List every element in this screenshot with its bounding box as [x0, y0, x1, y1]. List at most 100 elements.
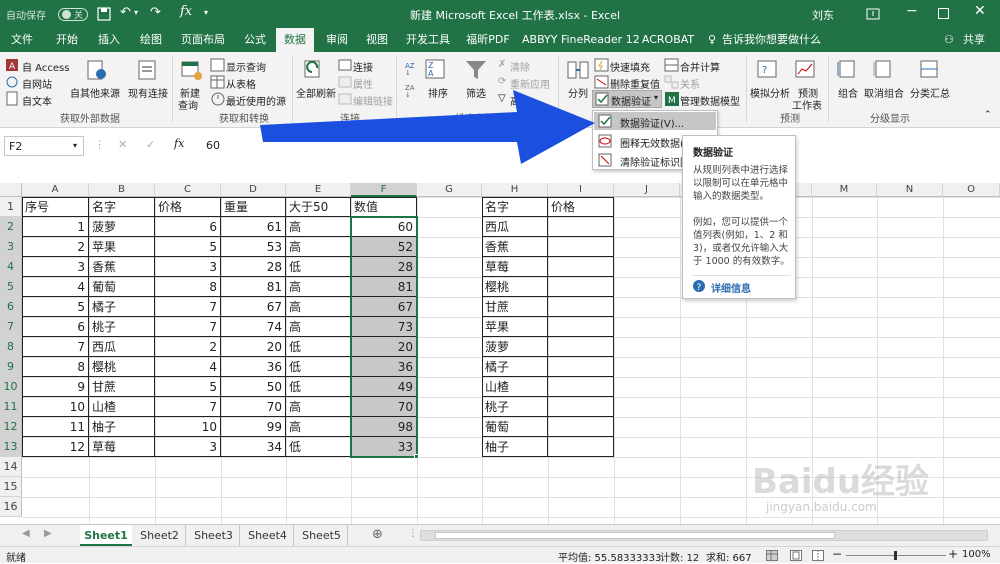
cell[interactable] [548, 377, 614, 397]
cell[interactable]: 桃子 [89, 317, 155, 337]
cell[interactable] [548, 417, 614, 437]
cell[interactable]: 28 [351, 257, 417, 277]
row-header[interactable]: 14 [0, 457, 22, 477]
autosave-toggle[interactable]: 关 [58, 8, 88, 21]
flash-fill-button[interactable]: 快速填充 [610, 59, 650, 74]
cell[interactable]: 高 [286, 297, 351, 317]
zoom-level[interactable]: 100% [962, 549, 991, 560]
cell[interactable]: 橘子 [482, 357, 548, 377]
undo-icon[interactable]: ↶ [120, 5, 131, 20]
row-header[interactable]: 3 [0, 237, 22, 257]
row-header[interactable]: 6 [0, 297, 22, 317]
cell[interactable]: 山楂 [89, 397, 155, 417]
from-web-button[interactable]: 自网站 [22, 76, 52, 91]
tab-insert[interactable]: 插入 [90, 28, 128, 52]
cell[interactable]: 10 [22, 397, 89, 417]
cell[interactable]: 低 [286, 437, 351, 457]
cell[interactable]: 3 [155, 437, 221, 457]
from-access-button[interactable]: 自 Access [22, 59, 69, 74]
row-header[interactable]: 12 [0, 417, 22, 437]
row-header[interactable]: 16 [0, 497, 22, 517]
tab-review[interactable]: 审阅 [318, 28, 356, 52]
tab-foxit-pdf[interactable]: 福昕PDF [460, 28, 516, 52]
cell[interactable] [548, 217, 614, 237]
column-header[interactable]: H [482, 183, 548, 197]
row-header[interactable]: 15 [0, 477, 22, 497]
ribbon-display-icon[interactable] [866, 7, 880, 21]
share-button[interactable]: 共享 [956, 28, 992, 52]
cell[interactable]: 菠萝 [89, 217, 155, 237]
column-header[interactable]: E [286, 183, 351, 197]
cell[interactable] [548, 257, 614, 277]
cell[interactable] [548, 317, 614, 337]
tab-page-layout[interactable]: 页面布局 [174, 28, 232, 52]
manage-data-model-button[interactable]: 管理数据模型 [680, 93, 740, 108]
add-sheet-icon[interactable]: ⊕ [372, 527, 383, 542]
sheet-tab-sheet3[interactable]: Sheet3 [188, 525, 240, 546]
cell[interactable]: 山楂 [482, 377, 548, 397]
enter-icon[interactable]: ✓ [146, 138, 155, 151]
cell[interactable]: 桃子 [482, 397, 548, 417]
cell[interactable]: 橘子 [89, 297, 155, 317]
collapse-ribbon-icon[interactable]: ⌃ [984, 110, 992, 120]
cell[interactable]: 10 [155, 417, 221, 437]
from-table-button[interactable]: 从表格 [226, 76, 256, 91]
zoom-out-icon[interactable]: − [832, 547, 842, 561]
prev-sheet-icon[interactable]: ◀ [22, 528, 30, 539]
cell[interactable]: 高 [286, 277, 351, 297]
cell[interactable]: 7 [155, 297, 221, 317]
cell[interactable]: 8 [155, 277, 221, 297]
close-icon[interactable]: ✕ [974, 3, 986, 19]
normal-view-icon[interactable] [766, 550, 778, 561]
cell[interactable]: 柚子 [482, 437, 548, 457]
row-header[interactable]: 8 [0, 337, 22, 357]
user-name[interactable]: 刘东 [812, 7, 834, 23]
column-header[interactable]: M [812, 183, 877, 197]
cell[interactable]: 20 [221, 337, 286, 357]
cell[interactable]: 28 [221, 257, 286, 277]
cell[interactable]: 5 [22, 297, 89, 317]
save-icon[interactable] [97, 7, 111, 21]
existing-connections-button[interactable]: 现有连接 [128, 85, 168, 100]
cell[interactable]: 7 [155, 317, 221, 337]
cell[interactable]: 5 [155, 237, 221, 257]
insert-function-icon[interactable]: fx [174, 137, 184, 150]
cell[interactable]: 74 [221, 317, 286, 337]
row-header[interactable]: 13 [0, 437, 22, 457]
cell[interactable]: 香蕉 [482, 237, 548, 257]
cell[interactable]: 36 [351, 357, 417, 377]
name-box[interactable]: F2 ▾ [4, 136, 84, 156]
maximize-icon[interactable] [938, 8, 949, 19]
cell[interactable] [548, 357, 614, 377]
cell[interactable]: 20 [351, 337, 417, 357]
cell[interactable]: 价格 [548, 197, 614, 217]
row-header[interactable]: 10 [0, 377, 22, 397]
cell[interactable]: 草莓 [89, 437, 155, 457]
tab-acrobat[interactable]: ACROBAT [640, 28, 696, 52]
column-header[interactable]: N [877, 183, 943, 197]
zoom-in-icon[interactable]: + [948, 547, 958, 561]
cell[interactable]: 低 [286, 257, 351, 277]
remove-duplicates-button[interactable]: 删除重复值 [610, 76, 660, 91]
column-header[interactable]: G [417, 183, 482, 197]
customize-qat-icon[interactable]: ▾ [204, 8, 208, 17]
cell[interactable]: 葡萄 [482, 417, 548, 437]
formula-icon[interactable]: fx [180, 4, 192, 19]
cell[interactable]: 4 [22, 277, 89, 297]
cell[interactable]: 49 [351, 377, 417, 397]
cell[interactable]: 1 [22, 217, 89, 237]
relationships-button[interactable]: 关系 [680, 76, 700, 91]
cancel-icon[interactable]: ✕ [118, 138, 127, 151]
cell[interactable] [548, 397, 614, 417]
row-header[interactable]: 9 [0, 357, 22, 377]
tab-data[interactable]: 数据 [276, 28, 314, 52]
cell[interactable]: 2 [155, 337, 221, 357]
tab-file[interactable]: 文件 [4, 28, 40, 52]
undo-dropdown-icon[interactable]: ▾ [134, 8, 138, 17]
tab-abbyy[interactable]: ABBYY FineReader 12 [522, 28, 640, 52]
menu-item-data-validation[interactable]: 数据验证(V)... [594, 112, 716, 130]
cell[interactable]: 67 [351, 297, 417, 317]
cell[interactable]: 6 [22, 317, 89, 337]
column-header[interactable]: D [221, 183, 286, 197]
column-header[interactable]: O [943, 183, 1000, 197]
